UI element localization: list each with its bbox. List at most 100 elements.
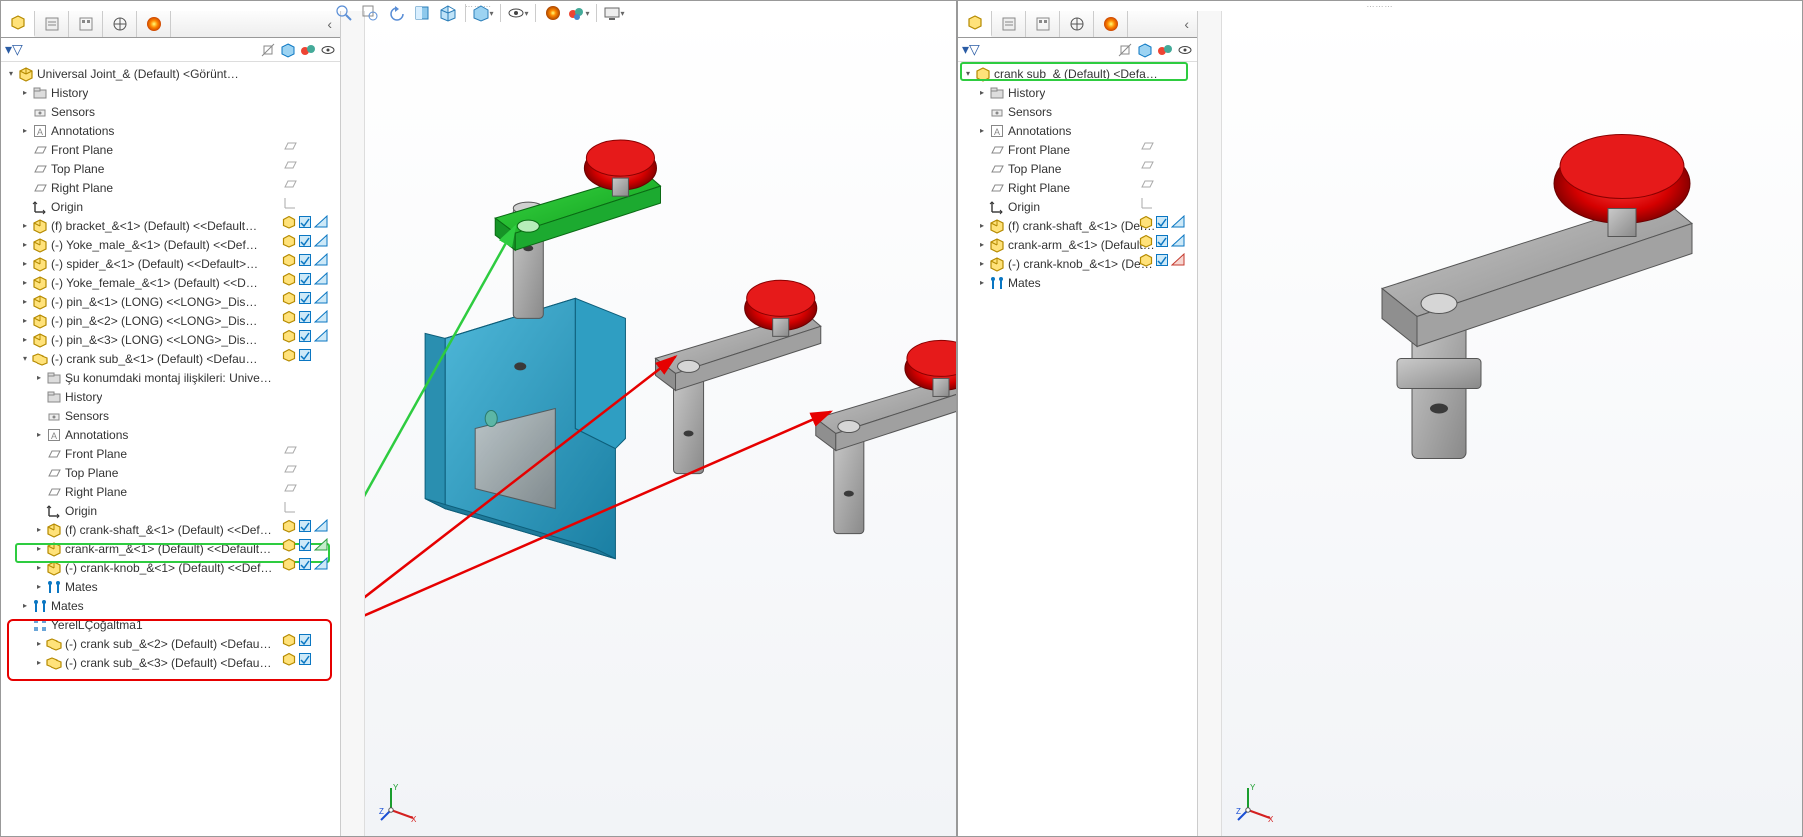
tree-item[interactable]: ▸Mates — [960, 273, 1197, 292]
tree-item[interactable]: ▸(-) pin_&<1> (LONG) <<LONG>_Display Sta… — [3, 292, 340, 311]
zoom-to-fit-icon[interactable] — [333, 2, 355, 24]
hide-show-tree-icon[interactable] — [260, 42, 276, 58]
tree-root[interactable]: ▾ Universal Joint_& (Default) <Görüntü D… — [3, 64, 340, 83]
tree-item[interactable]: ▸(-) Yoke_male_&<1> (Default) <<Default>… — [3, 235, 340, 254]
expander-icon[interactable]: ▸ — [33, 372, 45, 384]
expander-icon[interactable]: ▸ — [976, 277, 988, 289]
feature-tree-left[interactable]: ▾ Universal Joint_& (Default) <Görüntü D… — [1, 62, 340, 836]
tree-item[interactable]: ▸(-) spider_&<1> (Default) <<Default>_Di… — [3, 254, 340, 273]
prev-view-icon[interactable] — [385, 2, 407, 24]
tree-root[interactable]: ▾ crank sub_& (Default) <Default_Displa — [960, 64, 1197, 83]
tree-item[interactable]: ▾(-) crank sub_&<1> (Default) <Default_D… — [3, 349, 340, 368]
section-view-icon[interactable] — [411, 2, 433, 24]
view-pane-icon[interactable] — [1177, 42, 1193, 58]
grip-handle[interactable]: ⋯⋯⋯ — [958, 1, 1802, 11]
display-style-icon[interactable]: ▾ — [472, 2, 494, 24]
tree-item[interactable]: ▸Şu konumdaki montaj ilişkileri: Univers… — [3, 368, 340, 387]
display-pane-cube-icon[interactable] — [1137, 42, 1153, 58]
tree-item[interactable]: ▸History — [960, 83, 1197, 102]
tree-item[interactable]: Top Plane — [960, 159, 1197, 178]
hide-show-icon[interactable]: ▾ — [507, 2, 529, 24]
feature-manager-tab[interactable] — [958, 11, 992, 37]
configuration-manager-tab[interactable] — [69, 11, 103, 37]
collapse-panel[interactable]: ‹ — [171, 11, 340, 37]
tree-item[interactable]: ▸crank-arm_&<1> (Default) <<Default>_Dis — [3, 539, 340, 558]
tree-item[interactable]: ▸(-) Yoke_female_&<1> (Default) <<Defaul… — [3, 273, 340, 292]
tree-item[interactable]: Front Plane — [960, 140, 1197, 159]
expander-icon[interactable]: ▸ — [19, 239, 31, 251]
tree-item[interactable]: ▸AAnnotations — [960, 121, 1197, 140]
tree-item[interactable]: ▸(f) crank-shaft_&<1> (Default) <<Defaul… — [3, 520, 340, 539]
tree-item[interactable]: History — [3, 387, 340, 406]
expander-icon[interactable]: ▸ — [33, 524, 45, 536]
expander-icon[interactable]: ▸ — [19, 277, 31, 289]
tree-item[interactable]: ▸(-) crank-knob_&<1> (Default) < — [960, 254, 1197, 273]
feature-manager-tab[interactable] — [1, 11, 35, 37]
display-pane-cube-icon[interactable] — [280, 42, 296, 58]
configuration-manager-tab[interactable] — [1026, 11, 1060, 37]
expander-icon[interactable]: ▸ — [33, 543, 45, 555]
tree-item[interactable]: Right Plane — [960, 178, 1197, 197]
tree-item[interactable]: ▸(-) crank-knob_&<1> (Default) <<Default… — [3, 558, 340, 577]
graphics-area-right[interactable]: Y X Z — [1222, 11, 1802, 836]
expander-icon[interactable]: ▸ — [19, 334, 31, 346]
expander-icon[interactable]: ▸ — [19, 258, 31, 270]
tree-item[interactable]: Top Plane — [3, 463, 340, 482]
appearance-pane-icon[interactable] — [300, 42, 316, 58]
view-orientation-icon[interactable] — [437, 2, 459, 24]
tree-item[interactable]: ▸(-) crank sub_&<2> (Default) <Default_D… — [3, 634, 340, 653]
tree-item[interactable]: ▸History — [3, 83, 340, 102]
tree-item[interactable]: Origin — [3, 501, 340, 520]
tree-item[interactable]: Sensors — [960, 102, 1197, 121]
expander-icon[interactable]: ▸ — [19, 125, 31, 137]
expander-icon[interactable]: ▸ — [19, 220, 31, 232]
expander-icon[interactable]: ▾ — [962, 68, 974, 80]
property-manager-tab[interactable] — [992, 11, 1026, 37]
tree-item[interactable]: ▸Mates — [3, 577, 340, 596]
dimxpert-manager-tab[interactable] — [103, 11, 137, 37]
expander-icon[interactable]: ▸ — [976, 87, 988, 99]
feature-tree-right[interactable]: ▾ crank sub_& (Default) <Default_Displa … — [958, 62, 1197, 836]
tree-item[interactable]: Right Plane — [3, 178, 340, 197]
expander-icon[interactable]: ▸ — [33, 657, 45, 669]
expander-icon[interactable]: ▸ — [976, 220, 988, 232]
view-settings-icon[interactable]: ▾ — [603, 2, 625, 24]
collapse-panel[interactable]: ‹ — [1128, 11, 1197, 37]
tree-item[interactable]: ▸AAnnotations — [3, 425, 340, 444]
expander-icon[interactable]: ▾ — [19, 353, 31, 365]
expander-icon[interactable]: ▸ — [19, 87, 31, 99]
tree-item[interactable]: ▸(f) bracket_&<1> (Default) <<Default>_D… — [3, 216, 340, 235]
tree-item[interactable]: Origin — [960, 197, 1197, 216]
tree-item[interactable]: ▸(f) crank-shaft_&<1> (Default) << — [960, 216, 1197, 235]
expander-icon[interactable]: ▸ — [33, 562, 45, 574]
dimxpert-manager-tab[interactable] — [1060, 11, 1094, 37]
expander-icon[interactable]: ▸ — [19, 296, 31, 308]
filter-icon[interactable]: ▾▽ — [5, 41, 23, 58]
tree-item[interactable]: Origin — [3, 197, 340, 216]
expander-icon[interactable]: ▸ — [33, 429, 45, 441]
expander-icon[interactable]: ▸ — [19, 600, 31, 612]
expander-icon[interactable]: ▸ — [976, 258, 988, 270]
tree-item[interactable]: ▸crank-arm_&<1> (Default) <<Def — [960, 235, 1197, 254]
tree-item[interactable]: Front Plane — [3, 444, 340, 463]
display-manager-tab[interactable] — [1094, 11, 1128, 37]
display-manager-tab[interactable] — [137, 11, 171, 37]
tree-item[interactable]: ▸Mates — [3, 596, 340, 615]
tree-item[interactable]: Top Plane — [3, 159, 340, 178]
apply-scene-icon[interactable]: ▾ — [568, 2, 590, 24]
tree-item[interactable]: ▸(-) crank sub_&<3> (Default) <Default_D… — [3, 653, 340, 672]
tree-item[interactable]: ▸(-) pin_&<3> (LONG) <<LONG>_Display Sta… — [3, 330, 340, 349]
edit-appearance-icon[interactable] — [542, 2, 564, 24]
zoom-area-icon[interactable] — [359, 2, 381, 24]
expander-icon[interactable]: ▸ — [976, 125, 988, 137]
tree-item[interactable]: Sensors — [3, 102, 340, 121]
appearance-pane-icon[interactable] — [1157, 42, 1173, 58]
filter-icon[interactable]: ▾▽ — [962, 41, 980, 58]
hide-show-tree-icon[interactable] — [1117, 42, 1133, 58]
graphics-area-left[interactable]: Y X Z — [365, 11, 956, 836]
expander-icon[interactable]: ▸ — [33, 638, 45, 650]
view-pane-icon[interactable] — [320, 42, 336, 58]
tree-item[interactable]: ▸AAnnotations — [3, 121, 340, 140]
tree-item[interactable]: Front Plane — [3, 140, 340, 159]
expander-icon[interactable]: ▸ — [33, 581, 45, 593]
